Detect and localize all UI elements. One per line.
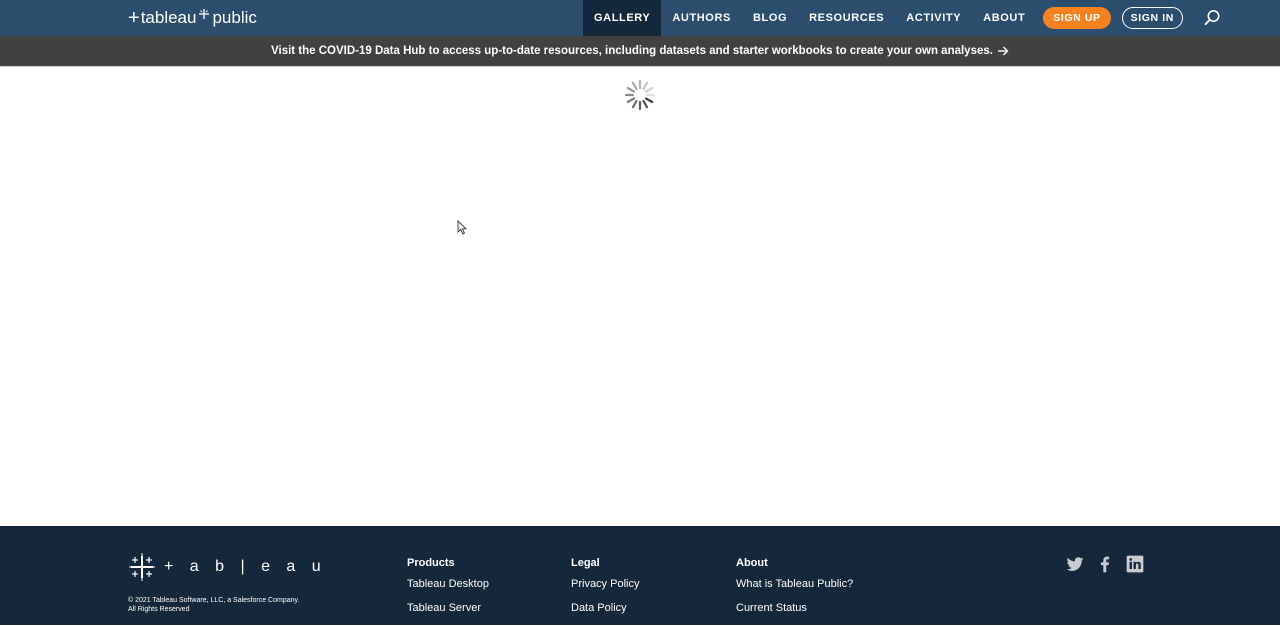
footer-link-tableau-desktop[interactable]: Tableau Desktop (407, 578, 489, 590)
footer-heading-products: Products (407, 557, 455, 569)
footer-link-tableau-server[interactable]: Tableau Server (407, 602, 489, 614)
arrow-right-icon (997, 46, 1009, 56)
linkedin-icon[interactable] (1125, 554, 1145, 574)
spinner-spoke (642, 99, 649, 109)
spinner-icon (624, 79, 656, 111)
logo-plus: + (128, 6, 140, 29)
social-links (1065, 554, 1155, 574)
nav-item-gallery[interactable]: GALLERY (583, 0, 662, 36)
footer-heading-about: About (736, 557, 768, 569)
nav-item-blog[interactable]: BLOG (742, 0, 798, 36)
logo-sparkle-icon (199, 9, 210, 19)
twitter-icon[interactable] (1065, 554, 1085, 574)
footer-column-about: About What is Tableau Public? Current St… (736, 557, 853, 626)
facebook-icon[interactable] (1095, 554, 1115, 574)
spinner-spoke (626, 97, 636, 104)
spinner-spoke (631, 81, 638, 91)
spinner-spoke (644, 97, 654, 104)
logo-text-tableau: tableau (140, 8, 197, 27)
search-icon[interactable] (1203, 9, 1221, 27)
spinner-spoke (626, 86, 636, 93)
footer-heading-legal: Legal (571, 557, 600, 569)
footer-column-products: Products Tableau Desktop Tableau Server (407, 557, 489, 626)
copyright: © 2021 Tableau Software, LLC, a Salesfor… (128, 596, 299, 614)
sign-up-button[interactable]: SIGN UP (1043, 7, 1111, 29)
copyright-line-2: All Rights Reserved (128, 606, 190, 613)
spinner-spoke (631, 99, 638, 109)
nav-item-resources[interactable]: RESOURCES (798, 0, 895, 36)
footer-tableau-logo[interactable]: + a b | e a u (128, 553, 327, 581)
nav-item-authors[interactable]: AUTHORS (661, 0, 742, 36)
logo-text-public: public (212, 8, 257, 27)
mouse-cursor-icon (457, 220, 468, 235)
top-navigation: + tableau public GALLERY AUTHORS BLOG RE… (0, 0, 1280, 36)
main-content (0, 67, 1280, 526)
banner-text: Visit the COVID-19 Data Hub to access up… (271, 45, 993, 57)
tableau-cross-logo-icon (129, 553, 155, 581)
footer-link-what-is-tableau-public[interactable]: What is Tableau Public? (736, 578, 853, 590)
footer-link-data-policy[interactable]: Data Policy (571, 602, 639, 614)
footer-column-legal: Legal Privacy Policy Data Policy (571, 557, 639, 626)
copyright-line-1: © 2021 Tableau Software, LLC, a Salesfor… (128, 597, 300, 604)
nav-item-activity[interactable]: ACTIVITY (895, 0, 972, 36)
spinner-spoke (644, 86, 654, 93)
covid-banner[interactable]: Visit the COVID-19 Data Hub to access up… (0, 36, 1280, 67)
main-nav: GALLERY AUTHORS BLOG RESOURCES ACTIVITY … (583, 0, 1221, 36)
sign-in-button[interactable]: SIGN IN (1121, 7, 1183, 29)
footer: + a b | e a u © 2021 Tableau Software, L… (0, 526, 1280, 625)
footer-link-current-status[interactable]: Current Status (736, 602, 853, 614)
nav-item-about[interactable]: ABOUT (972, 0, 1036, 36)
footer-wordmark: + a b | e a u (164, 558, 327, 575)
tableau-public-logo[interactable]: + tableau public (128, 6, 257, 29)
footer-link-privacy-policy[interactable]: Privacy Policy (571, 578, 639, 590)
page-scrollbar[interactable] (1272, 0, 1280, 625)
spinner-spoke (642, 81, 649, 91)
